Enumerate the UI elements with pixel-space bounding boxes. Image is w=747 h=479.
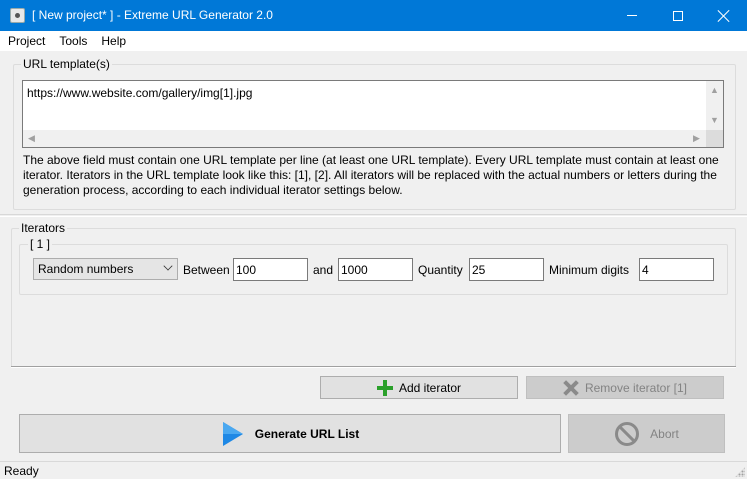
menu-tools[interactable]: Tools xyxy=(51,31,93,51)
and-label: and xyxy=(313,263,334,277)
maximize-button[interactable] xyxy=(655,0,701,31)
url-template-textarea[interactable]: https://www.website.com/gallery/img[1].j… xyxy=(22,80,724,148)
resize-grip-icon[interactable] xyxy=(735,467,745,477)
between-label: Between xyxy=(183,263,230,277)
minimum-digits-input[interactable]: 4 xyxy=(639,258,714,281)
menu-help[interactable]: Help xyxy=(93,31,132,51)
minimum-digits-label: Minimum digits xyxy=(549,263,630,277)
scroll-left-icon[interactable]: ◀ xyxy=(28,134,35,143)
iterators-group-label: Iterators xyxy=(19,221,68,235)
iterator-type-value: Random numbers xyxy=(38,262,134,276)
abort-button[interactable]: Abort xyxy=(568,414,725,453)
maximize-icon xyxy=(673,10,683,21)
app-icon[interactable] xyxy=(10,8,25,23)
x-icon xyxy=(563,380,579,396)
scroll-down-icon[interactable]: ▼ xyxy=(710,116,719,125)
url-template-text: https://www.website.com/gallery/img[1].j… xyxy=(27,86,253,100)
add-iterator-label: Add iterator xyxy=(398,380,462,395)
no-entry-icon xyxy=(615,421,640,446)
add-iterator-button[interactable]: Add iterator xyxy=(320,376,518,399)
quantity-input[interactable]: 25 xyxy=(469,258,544,281)
status-bar: Ready xyxy=(0,461,747,479)
horizontal-scrollbar[interactable]: ◀ ▶ xyxy=(23,130,706,147)
close-button[interactable] xyxy=(701,0,747,31)
chevron-down-icon xyxy=(163,261,173,271)
minimize-button[interactable] xyxy=(609,0,655,31)
scroll-corner xyxy=(706,130,723,147)
menu-bar: Project Tools Help xyxy=(0,31,747,51)
panel-splitter[interactable] xyxy=(0,214,747,217)
abort-label: Abort xyxy=(650,426,679,441)
vertical-scrollbar[interactable]: ▲ ▼ xyxy=(706,81,723,130)
scroll-up-icon[interactable]: ▲ xyxy=(710,86,719,95)
scroll-right-icon[interactable]: ▶ xyxy=(693,134,700,143)
and-input[interactable]: 1000 xyxy=(338,258,413,281)
url-template-description: The above field must contain one URL tem… xyxy=(23,153,719,197)
url-template-group-label: URL template(s) xyxy=(21,57,112,71)
title-bar[interactable]: [ New project* ] - Extreme URL Generator… xyxy=(0,0,747,31)
remove-iterator-button[interactable]: Remove iterator [1] xyxy=(526,376,724,399)
between-input[interactable]: 100 xyxy=(233,258,308,281)
quantity-label: Quantity xyxy=(418,263,463,277)
iterator-type-select[interactable]: Random numbers xyxy=(33,258,178,280)
minimize-icon xyxy=(627,15,637,16)
menu-project[interactable]: Project xyxy=(0,31,51,51)
bottom-separator xyxy=(11,366,736,368)
generate-url-list-button[interactable]: Generate URL List xyxy=(19,414,561,453)
plus-icon xyxy=(376,379,393,396)
window-title: [ New project* ] - Extreme URL Generator… xyxy=(32,8,273,22)
close-icon xyxy=(718,10,730,22)
status-text: Ready xyxy=(4,464,39,478)
remove-iterator-label: Remove iterator [1] xyxy=(584,380,688,395)
iterator-1-label: [ 1 ] xyxy=(28,237,53,251)
generate-url-list-label: Generate URL List xyxy=(254,426,360,441)
play-icon xyxy=(222,421,243,446)
